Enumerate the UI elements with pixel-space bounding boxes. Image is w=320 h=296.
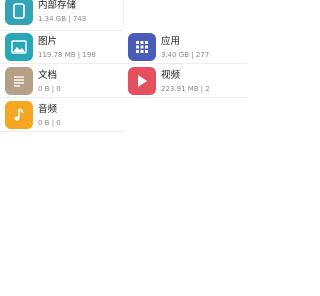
category-meta: 0 B | 0 [38, 84, 61, 93]
category-internal-storage[interactable]: 内部存储 1.34 GB | 743 [5, 0, 86, 26]
phone-icon [5, 0, 33, 25]
category-title: 应用 [161, 35, 181, 47]
image-icon [5, 33, 33, 61]
row-divider [0, 63, 247, 64]
column-divider [123, 0, 124, 28]
category-meta: 223.91 MB | 2 [161, 84, 210, 93]
category-meta: 3.40 GB | 277 [161, 50, 210, 59]
category-title: 内部存储 [38, 0, 77, 11]
category-title: 音频 [38, 103, 58, 115]
app-grid-icon [128, 33, 156, 61]
category-images[interactable]: 图片 119.78 MB | 198 [5, 32, 96, 62]
document-icon [5, 67, 33, 95]
play-icon [128, 67, 156, 95]
row-divider [0, 97, 247, 98]
category-title: 图片 [38, 35, 58, 47]
category-meta: 119.78 MB | 198 [38, 50, 96, 59]
category-documents[interactable]: 文档 0 B | 0 [5, 66, 61, 96]
category-videos[interactable]: 视频 223.91 MB | 2 [128, 66, 210, 96]
category-meta: 0 B | 0 [38, 118, 61, 127]
row-divider [0, 131, 123, 132]
row-divider [0, 30, 123, 31]
category-audio[interactable]: 音频 0 B | 0 [5, 100, 61, 130]
category-title: 视频 [161, 69, 181, 81]
music-note-icon [5, 101, 33, 129]
category-meta: 1.34 GB | 743 [38, 14, 87, 23]
category-apps[interactable]: 应用 3.40 GB | 277 [128, 32, 209, 62]
file-categories-page: 内部存储 1.34 GB | 743 图片 119.78 MB | 198 应用… [0, 0, 247, 296]
category-title: 文档 [38, 69, 58, 81]
